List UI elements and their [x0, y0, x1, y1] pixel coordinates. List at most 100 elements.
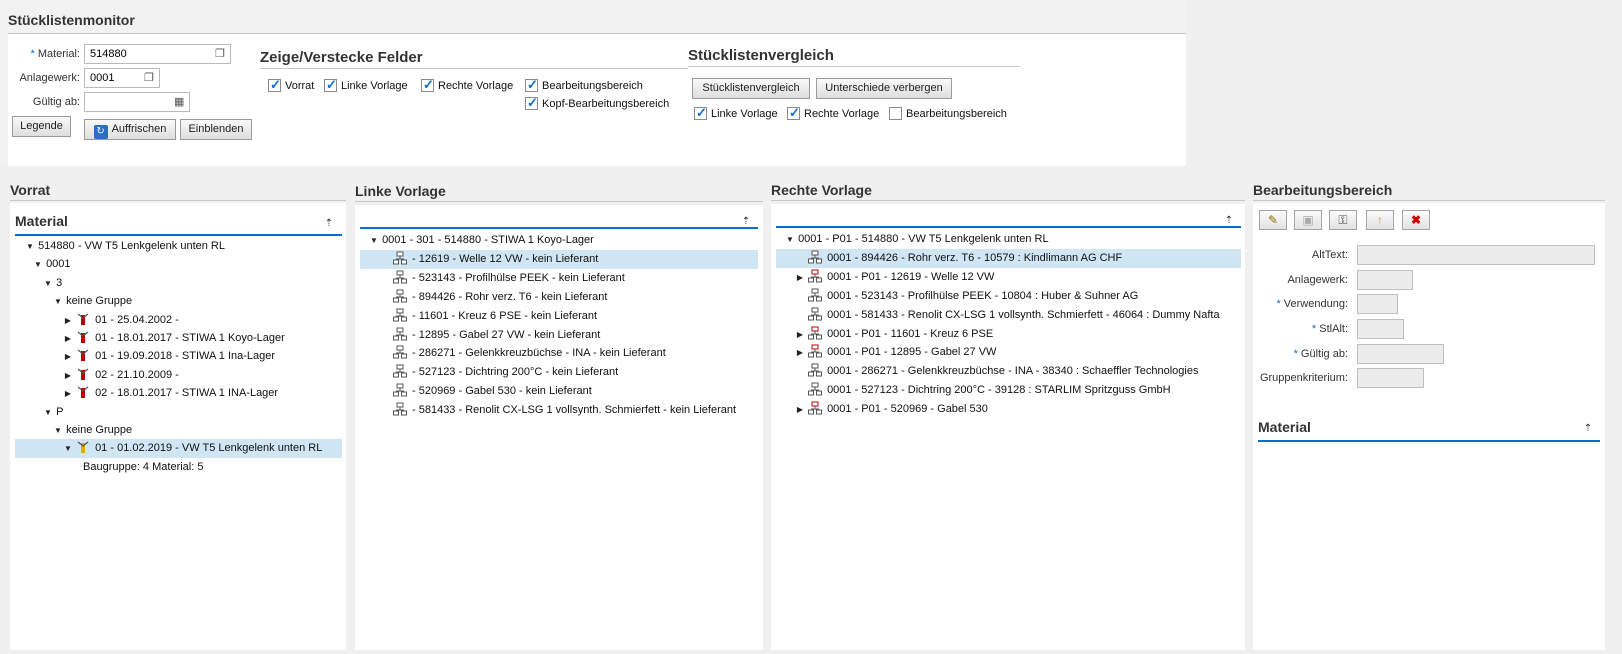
save-button[interactable]: ▣	[1294, 210, 1322, 230]
collapse-arrow-icon[interactable]: ▶	[795, 343, 805, 362]
value-help-icon[interactable]: ❐	[144, 72, 156, 84]
auffrischen-button[interactable]: ↻ Auffrischen	[84, 119, 176, 140]
tree-row[interactable]: 0001 - 286271 - Gelenkkreuzbüchse - INA …	[776, 362, 1241, 381]
tree-row[interactable]: - 523143 - Profilhülse PEEK - kein Liefe…	[360, 269, 758, 288]
edit-field-input[interactable]	[1357, 294, 1398, 314]
expand-arrow-icon[interactable]: ▼	[43, 274, 53, 293]
tree-row[interactable]: ▼ keine Gruppe	[15, 421, 342, 440]
collapse-arrow-icon[interactable]: ▶	[63, 347, 73, 366]
node-icon	[808, 401, 823, 415]
collapse-arrow-icon[interactable]: ▶	[63, 311, 73, 330]
collapse-arrow-icon[interactable]: ▶	[63, 366, 73, 385]
bearbeitungsbereich-title: Bearbeitungsbereich	[1253, 182, 1393, 198]
tree-row[interactable]: 0001 - 581433 - Renolit CX-LSG 1 vollsyn…	[776, 306, 1241, 325]
edit-field-input[interactable]	[1357, 368, 1424, 388]
expand-arrow-icon[interactable]: ▼	[53, 292, 63, 311]
edit-button[interactable]: ✎	[1259, 210, 1287, 230]
expand-arrow-icon[interactable]: ▼	[369, 231, 379, 250]
delete-button[interactable]: ✖	[1402, 210, 1430, 230]
tree-row[interactable]: - 527123 - Dichtring 200°C - kein Liefer…	[360, 363, 758, 382]
gueltig-field[interactable]: ▦	[84, 92, 190, 112]
tree-row[interactable]: - 581433 - Renolit CX-LSG 1 vollsynth. S…	[360, 401, 758, 420]
tree-row[interactable]: ▶ 02 - 21.10.2009 -	[15, 366, 342, 385]
collapse-icon[interactable]: ⇡	[1583, 424, 1593, 434]
calendar-icon[interactable]: ▦	[174, 96, 186, 108]
expand-arrow-icon[interactable]: ▼	[43, 403, 53, 422]
node-icon	[393, 345, 407, 359]
checkbox-kopf-bearbeitungsbereich[interactable]: Kopf-Bearbeitungsbereich	[525, 95, 669, 111]
change-button[interactable]: ⚿	[1329, 210, 1357, 230]
tree-row-label: 02 - 18.01.2017 - STIWA 1 INA-Lager	[95, 387, 279, 400]
edit-field-input[interactable]	[1357, 270, 1413, 290]
tree-row[interactable]: ▼ 01 - 01.02.2019 - VW T5 Lenkgelenk unt…	[15, 439, 342, 459]
expand-arrow-icon[interactable]: ▼	[785, 230, 795, 249]
section-underline	[776, 226, 1241, 228]
checkbox-vergleich-linke[interactable]: Linke Vorlage	[694, 105, 778, 121]
unterschiede-verbergen-button[interactable]: Unterschiede verbergen	[816, 78, 952, 99]
checkbox-linke-vorlage[interactable]: Linke Vorlage	[324, 77, 408, 93]
page-title: Stücklistenmonitor	[8, 12, 135, 28]
edit-field-input[interactable]	[1357, 245, 1595, 265]
tree-row[interactable]: ▶ 01 - 18.01.2017 - STIWA 1 Koyo-Lager	[15, 329, 342, 348]
node-icon	[393, 251, 407, 265]
tree-row[interactable]: 0001 - 527123 - Dichtring 200°C - 39128 …	[776, 381, 1241, 400]
tree-row[interactable]: ▶ 01 - 19.09.2018 - STIWA 1 Ina-Lager	[15, 347, 342, 366]
tree-row[interactable]: - 286271 - Gelenkkreuzbüchse - INA - kei…	[360, 344, 758, 363]
checkbox-vorrat[interactable]: Vorrat	[268, 77, 314, 93]
einblenden-button[interactable]: Einblenden	[180, 119, 252, 140]
tree-row[interactable]: ▼ 0001	[15, 255, 342, 274]
edit-field-input[interactable]	[1357, 344, 1444, 364]
edit-field-label: * StlAlt:	[1311, 323, 1348, 335]
node-icon	[808, 250, 823, 264]
tree-row[interactable]: 0001 - 894426 - Rohr verz. T6 - 10579 : …	[776, 248, 1241, 268]
tree-row[interactable]: ▶ 0001 - P01 - 11601 - Kreuz 6 PSE	[776, 325, 1241, 344]
collapse-arrow-icon[interactable]: ▶	[795, 268, 805, 287]
tree-row[interactable]: ▶ 0001 - P01 - 12895 - Gabel 27 VW	[776, 343, 1241, 362]
tree-row[interactable]: - 12895 - Gabel 27 VW - kein Lieferant	[360, 326, 758, 345]
close-icon: ✖	[1410, 213, 1422, 227]
expand-arrow-icon[interactable]: ▼	[33, 255, 43, 274]
collapse-icon[interactable]: ⇡	[741, 217, 751, 227]
collapse-arrow-icon[interactable]: ▶	[795, 325, 805, 344]
tree-row[interactable]: ▶ 01 - 25.04.2002 -	[15, 311, 342, 330]
collapse-arrow-icon[interactable]: ▶	[63, 384, 73, 403]
tree-row[interactable]: 0001 - 523143 - Profilhülse PEEK - 10804…	[776, 287, 1241, 306]
material-field[interactable]: 514880 ❐	[84, 44, 231, 64]
tree-row[interactable]: ▼ 0001 - P01 - 514880 - VW T5 Lenkgelenk…	[776, 230, 1241, 249]
checkbox-vergleich-rechte[interactable]: Rechte Vorlage	[787, 105, 879, 121]
tree-row[interactable]: ▼ 0001 - 301 - 514880 - STIWA 1 Koyo-Lag…	[360, 231, 758, 250]
checkbox-rechte-vorlage[interactable]: Rechte Vorlage	[421, 77, 513, 93]
tree-row[interactable]: Baugruppe: 4 Material: 5	[15, 458, 342, 477]
collapse-icon[interactable]: ⇡	[1224, 216, 1234, 226]
selection-form: * Material: 514880 ❐ Anlagewerk: 0001 ❐ Gü…	[8, 33, 1186, 166]
tree-row[interactable]: ▼ P	[15, 403, 342, 422]
move-up-button[interactable]: ↑	[1366, 210, 1394, 230]
collapse-arrow-icon[interactable]: ▶	[795, 400, 805, 419]
tree-row[interactable]: ▼ 514880 - VW T5 Lenkgelenk unten RL	[15, 237, 342, 256]
tree-row[interactable]: - 11601 - Kreuz 6 PSE - kein Lieferant	[360, 307, 758, 326]
tree-row[interactable]: ▼ keine Gruppe	[15, 292, 342, 311]
vergleich-title: Stücklistenvergleich	[688, 47, 834, 64]
tree-row-label: - 12619 - Welle 12 VW - kein Lieferant	[412, 252, 599, 265]
tree-row[interactable]: - 894426 - Rohr verz. T6 - kein Lieferan…	[360, 288, 758, 307]
value-help-icon[interactable]: ❐	[215, 48, 227, 60]
tree-row[interactable]: ▶ 0001 - P01 - 520969 - Gabel 530	[776, 400, 1241, 419]
checkbox-bearbeitungsbereich[interactable]: Bearbeitungsbereich	[525, 77, 643, 93]
checkbox-vergleich-bearbeitung[interactable]: Bearbeitungsbereich	[889, 107, 1007, 120]
stuecklistenvergleich-button[interactable]: Stücklistenvergleich	[692, 78, 810, 99]
anlagewerk-field[interactable]: 0001 ❐	[84, 68, 160, 88]
tree-row[interactable]: - 12619 - Welle 12 VW - kein Lieferant	[360, 249, 758, 269]
tree-row[interactable]: ▶ 0001 - P01 - 12619 - Welle 12 VW	[776, 268, 1241, 287]
expand-arrow-icon[interactable]: ▼	[63, 439, 73, 458]
node-icon	[808, 288, 823, 302]
tree-row[interactable]: ▼ 3	[15, 274, 342, 293]
collapse-arrow-icon[interactable]: ▶	[63, 329, 73, 348]
legende-button[interactable]: Legende	[12, 116, 71, 137]
expand-arrow-icon[interactable]: ▼	[25, 237, 35, 256]
expand-arrow-icon[interactable]: ▼	[53, 421, 63, 440]
tree-row[interactable]: - 520969 - Gabel 530 - kein Lieferant	[360, 382, 758, 401]
tree-row[interactable]: ▶ 02 - 18.01.2017 - STIWA 1 INA-Lager	[15, 384, 342, 403]
hierarchy-icon: ⚿	[1338, 213, 1348, 227]
edit-field-input[interactable]	[1357, 319, 1404, 339]
collapse-icon[interactable]: ⇡	[324, 219, 334, 229]
